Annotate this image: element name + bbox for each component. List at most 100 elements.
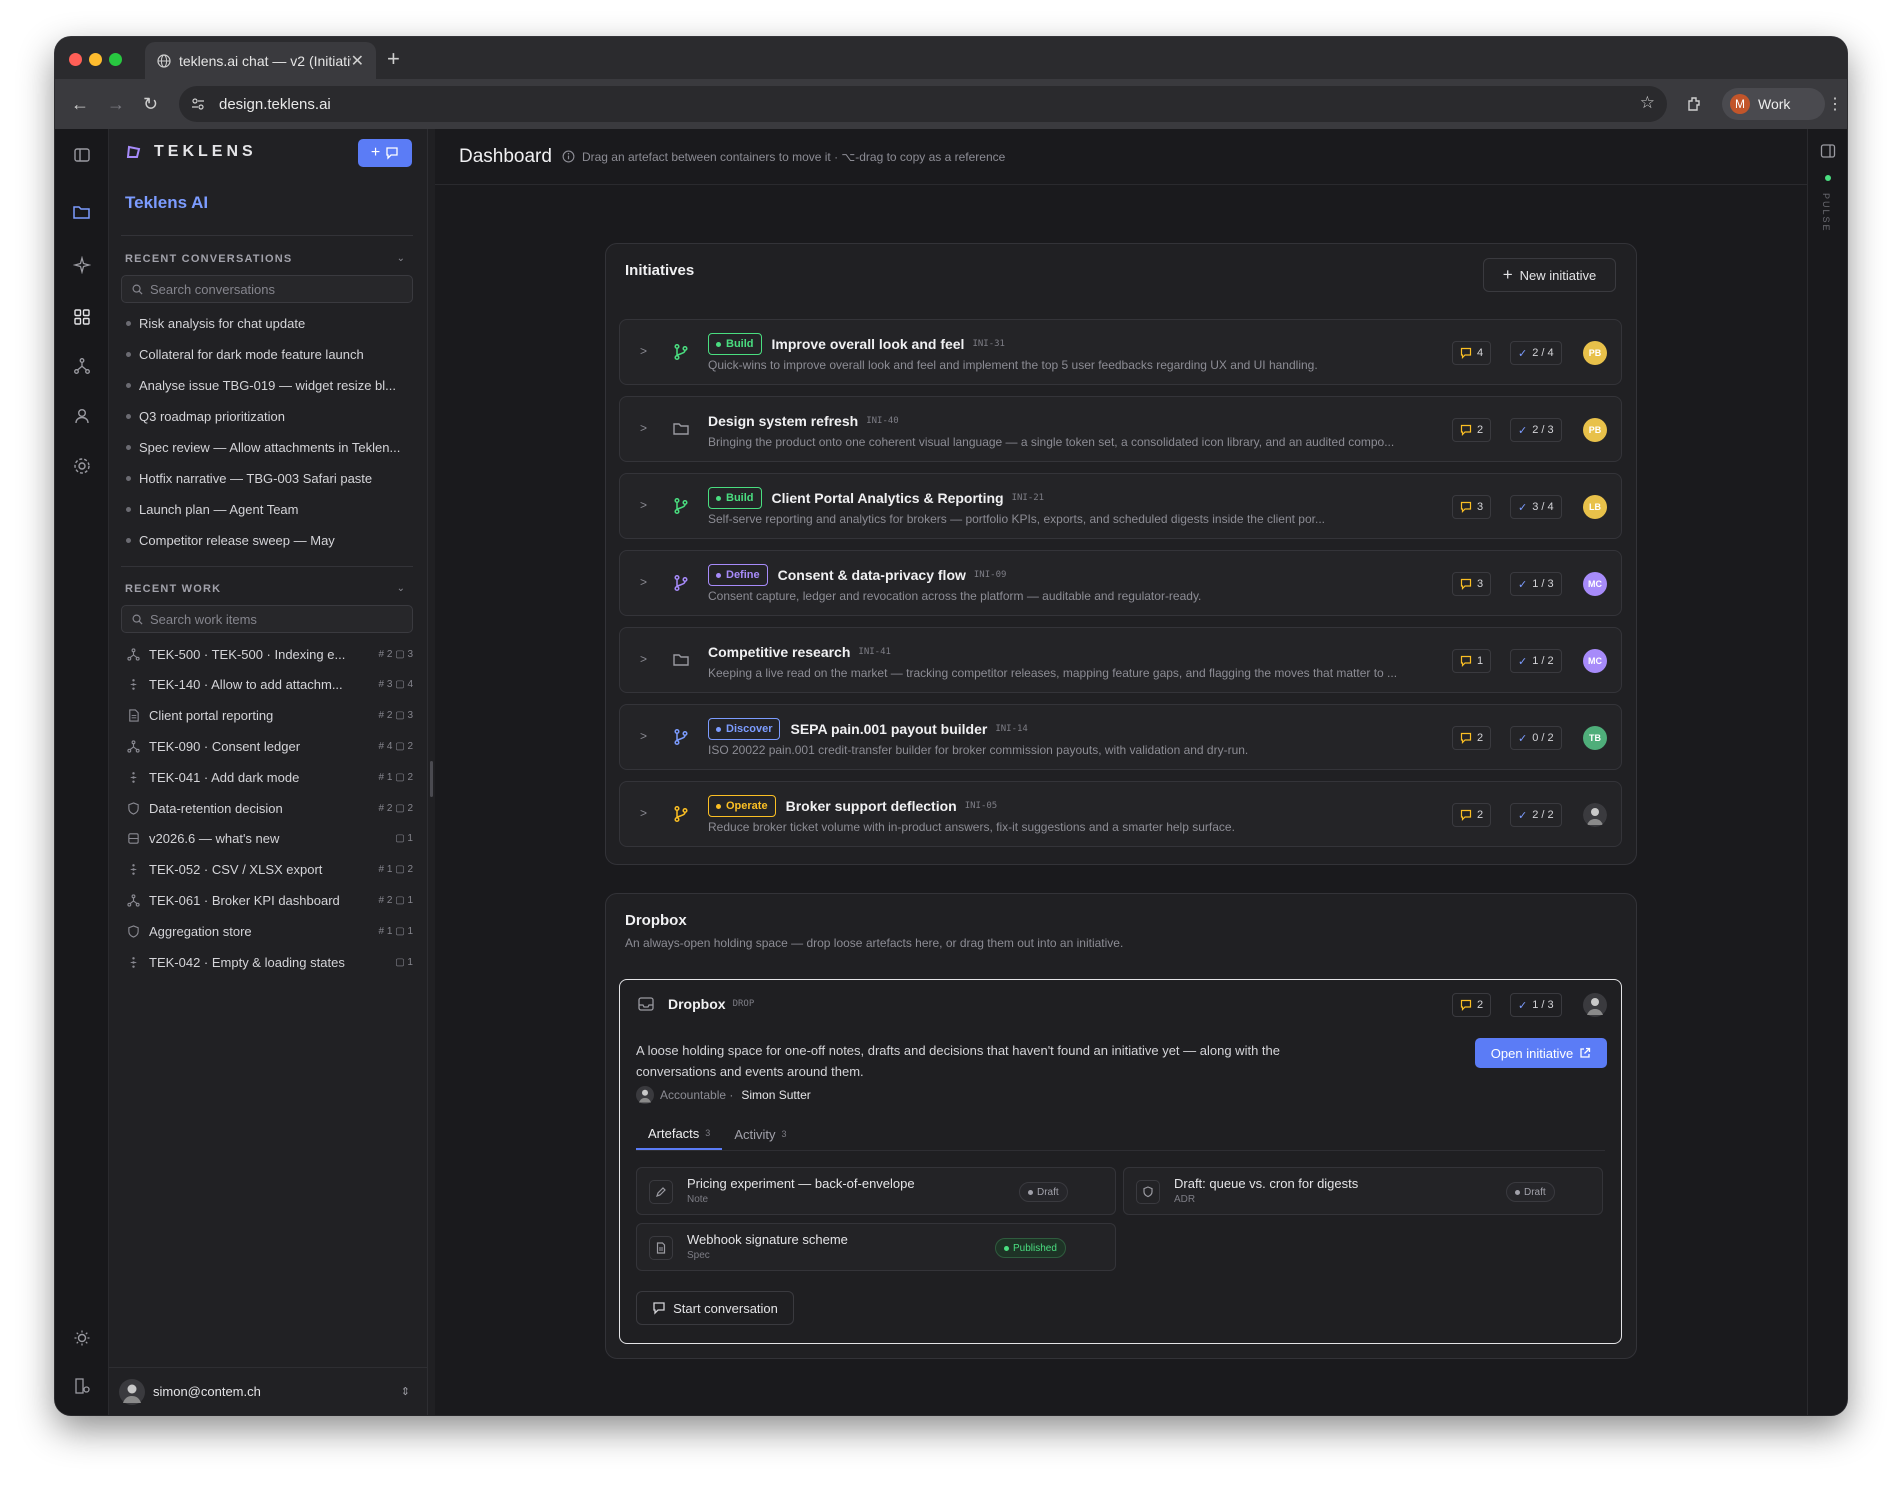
chevron-down-icon[interactable]: ⌄ [397,583,405,594]
avatar[interactable]: TB [1583,726,1607,750]
work-item[interactable]: Client portal reporting # 2 ▢ 3 [126,706,413,726]
work-item[interactable]: TEK-090 · Consent ledger # 4 ▢ 2 [126,736,413,756]
comment-count[interactable]: 2 [1452,726,1492,750]
avatar[interactable] [1583,803,1607,827]
workflow-icon[interactable] [70,354,94,378]
menu-kebab-icon[interactable]: ⋮ [1827,79,1843,129]
comment-count[interactable]: 3 [1452,572,1492,596]
comment-count[interactable]: 4 [1452,341,1492,365]
user-menu[interactable]: simon@contem.ch ⇕ [109,1367,428,1415]
minimize-window-button[interactable] [89,53,102,66]
work-item[interactable]: v2026.6 — what's new ▢ 1 [126,829,413,849]
tab-close-icon[interactable]: ✕ [351,51,364,71]
artefact-card[interactable]: Draft: queue vs. cron for digests ADR Draf… [1123,1167,1603,1215]
extensions-icon[interactable] [1685,94,1705,114]
initiative-row[interactable]: > Build Client Portal Analytics & Reportin… [619,473,1622,539]
search-work-input[interactable]: Search work items [121,605,413,633]
chevron-right-icon[interactable]: > [640,575,647,589]
task-count[interactable]: ✓ 2 / 2 [1510,803,1562,827]
collapse-sidebar-icon[interactable] [70,143,94,167]
work-item[interactable]: TEK-041 · Add dark mode # 1 ▢ 2 [126,767,413,787]
new-chat-button[interactable]: + [358,139,412,167]
conversation-item[interactable]: Competitor release sweep — May [126,533,335,548]
site-settings-icon[interactable] [191,97,205,111]
start-conversation-button[interactable]: Start conversation [636,1291,794,1325]
task-count[interactable]: ✓ 0 / 2 [1510,726,1562,750]
conversation-item[interactable]: Hotfix narrative — TBG-003 Safari paste [126,471,372,486]
artefact-card[interactable]: Pricing experiment — back-of-envelope Not… [636,1167,1116,1215]
folder-icon[interactable] [70,200,94,224]
avatar[interactable]: PB [1583,418,1607,442]
comment-count[interactable]: 2 [1452,993,1492,1017]
conversation-item[interactable]: Risk analysis for chat update [126,316,305,331]
building-settings-icon[interactable] [70,1374,94,1398]
chevron-right-icon[interactable]: > [640,344,647,358]
task-count[interactable]: ✓ 2 / 3 [1510,418,1562,442]
browser-tab[interactable]: teklens.ai chat — v2 (Initiatives) ✕ [145,42,376,79]
tab-activity[interactable]: Activity 3 [722,1118,798,1150]
task-count[interactable]: ✓ 1 / 3 [1510,993,1562,1017]
comment-count[interactable]: 3 [1452,495,1492,519]
avatar[interactable]: LB [1583,495,1607,519]
search-conversations-input[interactable]: Search conversations [121,275,413,303]
comment-count[interactable]: 2 [1452,418,1492,442]
artefact-card[interactable]: Webhook signature scheme Spec Published [636,1223,1116,1271]
tab-artefacts[interactable]: Artefacts 3 [636,1118,723,1150]
task-count[interactable]: ✓ 3 / 4 [1510,495,1562,519]
chevron-right-icon[interactable]: > [640,652,647,666]
chevron-down-icon[interactable]: ⌄ [397,253,405,264]
accountable-name[interactable]: Simon Sutter [741,1088,810,1102]
initiative-row[interactable]: > Competitive research INI-41 Keeping a liv… [619,627,1622,693]
initiative-row[interactable]: > Build Improve overall look and feel INI-3… [619,319,1622,385]
expand-panel-icon[interactable] [1820,143,1836,159]
chevron-right-icon[interactable]: > [640,498,647,512]
task-count[interactable]: ✓ 2 / 4 [1510,341,1562,365]
workspace-name[interactable]: Teklens AI [125,193,208,213]
sidebar-resize-handle[interactable] [428,129,435,1415]
sparkle-icon[interactable] [70,253,94,277]
conversation-item[interactable]: Analyse issue TBG-019 — widget resize bl… [126,378,396,393]
initiative-row[interactable]: > Operate Broker support deflection INI-05 R… [619,781,1622,847]
pulse-label[interactable]: PULSE [1821,193,1831,233]
conversation-item[interactable]: Collateral for dark mode feature launch [126,347,364,362]
conversation-item[interactable]: Q3 roadmap prioritization [126,409,285,424]
forward-icon[interactable]: → [107,79,125,129]
work-item[interactable]: TEK-061 · Broker KPI dashboard # 2 ▢ 1 [126,890,413,910]
sun-icon[interactable] [70,1326,94,1350]
avatar[interactable]: MC [1583,572,1607,596]
close-window-button[interactable] [69,53,82,66]
work-item[interactable]: Data-retention decision # 2 ▢ 2 [126,798,413,818]
conversation-item[interactable]: Launch plan — Agent Team [126,502,299,517]
work-item[interactable]: TEK-042 · Empty & loading states ▢ 1 [126,952,413,972]
chevron-right-icon[interactable]: > [640,806,647,820]
star-icon[interactable]: ☆ [1640,93,1655,113]
reload-icon[interactable]: ↻ [143,79,158,129]
comment-count[interactable]: 1 [1452,649,1492,673]
dashboard-grid-icon[interactable] [70,305,94,329]
task-count[interactable]: ✓ 1 / 2 [1510,649,1562,673]
user-icon[interactable] [70,404,94,428]
url-bar[interactable]: design.teklens.ai ☆ [179,86,1667,122]
new-tab-button[interactable]: + [387,46,400,72]
initiative-row[interactable]: > Discover SEPA pain.001 payout builder INI… [619,704,1622,770]
work-item[interactable]: TEK-500 · TEK-500 · Indexing e... # 2 ▢ 3 [126,644,413,664]
task-count[interactable]: ✓ 1 / 3 [1510,572,1562,596]
open-initiative-button[interactable]: Open initiative [1475,1038,1607,1068]
avatar[interactable]: PB [1583,341,1607,365]
initiative-row[interactable]: > Design system refresh INI-40 Bringing the… [619,396,1622,462]
gear-icon[interactable] [70,454,94,478]
chevron-updown-icon[interactable]: ⇕ [401,1385,410,1398]
work-item[interactable]: TEK-052 · CSV / XLSX export # 1 ▢ 2 [126,860,413,880]
initiative-row[interactable]: > Define Consent & data-privacy flow INI-09… [619,550,1622,616]
work-item[interactable]: Aggregation store # 1 ▢ 1 [126,921,413,941]
avatar[interactable]: MC [1583,649,1607,673]
conversation-item[interactable]: Spec review — Allow attachments in Tekle… [126,440,400,455]
new-initiative-button[interactable]: + New initiative [1483,258,1616,292]
chevron-right-icon[interactable]: > [640,729,647,743]
comment-count[interactable]: 2 [1452,803,1492,827]
work-item[interactable]: TEK-140 · Allow to add attachm... # 3 ▢ 4 [126,675,413,695]
recent-conversations-header[interactable]: RECENT CONVERSATIONS [125,253,292,265]
back-icon[interactable]: ← [71,79,89,129]
dropbox-card[interactable]: Dropbox DROP 2 ✓ 1 / 3 A loose holding s… [619,979,1622,1344]
profile-button[interactable]: M Work [1722,88,1825,120]
